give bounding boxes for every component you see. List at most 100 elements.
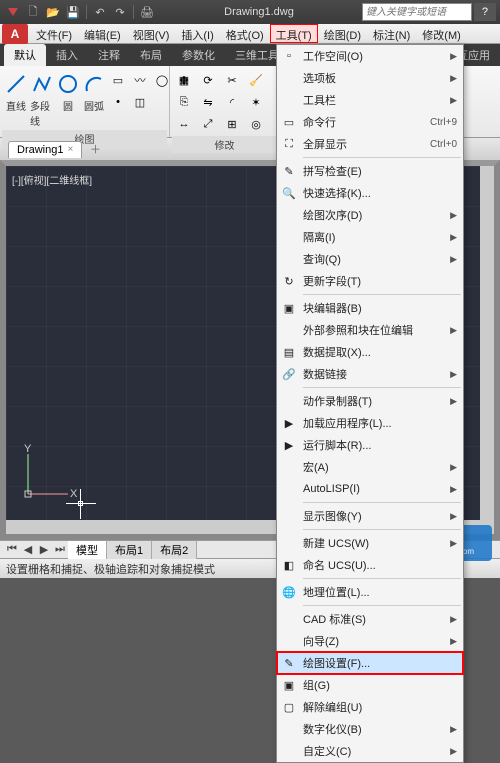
region-icon[interactable]: ◫: [130, 92, 150, 112]
menu-file[interactable]: 文件(F): [30, 24, 78, 43]
crosshair-icon: [66, 489, 96, 519]
ribbon-tab-insert[interactable]: 插入: [46, 44, 88, 66]
menu-item[interactable]: 显示图像(Y)▶: [277, 505, 463, 527]
menu-item[interactable]: 新建 UCS(W)▶: [277, 532, 463, 554]
undo-icon[interactable]: ↶: [91, 3, 109, 21]
copy-icon[interactable]: ⎘: [174, 92, 194, 112]
arc-button[interactable]: 圆弧: [82, 70, 106, 128]
menu-item-label: 组(G): [303, 677, 330, 693]
ellipse-icon[interactable]: ◯: [152, 70, 172, 90]
viewport-label[interactable]: [-][俯视][二维线框]: [12, 172, 92, 187]
rotate-icon[interactable]: ⟳: [198, 70, 218, 90]
ribbon-tab-default[interactable]: 默认: [4, 44, 46, 66]
new-icon[interactable]: 🗋: [24, 3, 42, 21]
help-icon[interactable]: ?: [474, 3, 496, 21]
menu-item[interactable]: 选项板▶: [277, 67, 463, 89]
circle-button[interactable]: 圆: [56, 70, 80, 128]
menu-item[interactable]: ▭命令行Ctrl+9: [277, 111, 463, 133]
scrollbar-vertical[interactable]: [480, 166, 494, 534]
menu-item-label: 显示图像(Y): [303, 508, 362, 524]
menu-item[interactable]: 绘图次序(D)▶: [277, 204, 463, 226]
fillet-icon[interactable]: ◜: [222, 92, 242, 112]
menu-insert[interactable]: 插入(I): [175, 24, 219, 43]
close-tab-icon[interactable]: ×: [67, 144, 73, 155]
menu-item-label: 更新字段(T): [303, 273, 361, 289]
menu-item[interactable]: ⛶全屏显示Ctrl+0: [277, 133, 463, 155]
submenu-arrow-icon: ▶: [450, 95, 457, 106]
menu-item[interactable]: 🔗数据链接▶: [277, 363, 463, 385]
menu-view[interactable]: 视图(V): [127, 24, 176, 43]
file-tab-drawing1[interactable]: Drawing1 ×: [8, 141, 82, 158]
menu-item[interactable]: ▫工作空间(O)▶: [277, 45, 463, 67]
save-icon[interactable]: 💾: [64, 3, 82, 21]
spline-icon[interactable]: 〰: [130, 70, 150, 90]
redo-icon[interactable]: ↷: [111, 3, 129, 21]
search-input[interactable]: [362, 3, 472, 21]
scale-icon[interactable]: ⤢: [198, 114, 218, 134]
tab-nav-first-icon[interactable]: ⏮: [4, 543, 20, 556]
file-tab-label: Drawing1: [17, 144, 63, 156]
menu-edit[interactable]: 编辑(E): [78, 24, 127, 43]
app-menu-icon[interactable]: [4, 3, 22, 21]
layout-tab-model[interactable]: 模型: [68, 541, 107, 559]
tab-nav-last-icon[interactable]: ⏭: [52, 543, 68, 556]
menu-item[interactable]: ▤数据提取(X)...: [277, 341, 463, 363]
menu-item[interactable]: 🌐地理位置(L)...: [277, 581, 463, 603]
offset-icon[interactable]: ◎: [246, 114, 266, 134]
menu-item[interactable]: 数字化仪(B)▶: [277, 718, 463, 740]
menu-item[interactable]: AutoLISP(I)▶: [277, 478, 463, 500]
tab-nav-prev-icon[interactable]: ◀: [20, 543, 36, 556]
menu-item[interactable]: 外部参照和块在位编辑▶: [277, 319, 463, 341]
submenu-arrow-icon: ▶: [450, 232, 457, 243]
menu-format[interactable]: 格式(O): [220, 24, 270, 43]
menu-item[interactable]: 隔离(I)▶: [277, 226, 463, 248]
explode-icon[interactable]: ✶: [246, 92, 266, 112]
menu-tools[interactable]: 工具(T): [270, 24, 318, 43]
menu-item[interactable]: 🔍快速选择(K)...: [277, 182, 463, 204]
layout-tab-2[interactable]: 布局2: [152, 541, 197, 559]
menu-item[interactable]: ✎绘图设置(F)...: [277, 652, 463, 674]
menu-item[interactable]: 工具栏▶: [277, 89, 463, 111]
menu-draw[interactable]: 绘图(D): [318, 24, 367, 43]
menu-item[interactable]: 动作录制器(T)▶: [277, 390, 463, 412]
menu-item[interactable]: 宏(A)▶: [277, 456, 463, 478]
ribbon-tab-layout[interactable]: 布局: [130, 44, 172, 66]
menu-item-icon: ⛶: [281, 136, 297, 152]
trim-icon[interactable]: ✂: [222, 70, 242, 90]
line-button[interactable]: 直线: [4, 70, 28, 128]
menu-item[interactable]: 向导(Z)▶: [277, 630, 463, 652]
tab-nav-next-icon[interactable]: ▶: [36, 543, 52, 556]
menu-item[interactable]: CAD 标准(S)▶: [277, 608, 463, 630]
mirror-icon[interactable]: ⇋: [198, 92, 218, 112]
rect-icon[interactable]: ▭: [108, 70, 128, 90]
menu-item-label: 地理位置(L)...: [303, 584, 370, 600]
menu-item[interactable]: ◧命名 UCS(U)...: [277, 554, 463, 576]
menu-item[interactable]: 查询(Q)▶: [277, 248, 463, 270]
menu-modify[interactable]: 修改(M): [416, 24, 467, 43]
menu-dimension[interactable]: 标注(N): [367, 24, 416, 43]
menu-item[interactable]: ▣块编辑器(B): [277, 297, 463, 319]
submenu-arrow-icon: ▶: [450, 396, 457, 407]
array-icon[interactable]: ⊞: [222, 114, 242, 134]
point-icon[interactable]: •: [108, 92, 128, 112]
erase-icon[interactable]: 🧹: [246, 70, 266, 90]
polyline-button[interactable]: 多段线: [30, 70, 54, 128]
ribbon-tab-annotate[interactable]: 注释: [88, 44, 130, 66]
menu-item[interactable]: ↻更新字段(T): [277, 270, 463, 292]
menu-item[interactable]: ▶加载应用程序(L)...: [277, 412, 463, 434]
menu-item[interactable]: ✎拼写检查(E): [277, 160, 463, 182]
menu-item-label: 自定义(C): [303, 743, 351, 759]
open-icon[interactable]: 📂: [44, 3, 62, 21]
stretch-icon[interactable]: ↔: [174, 114, 194, 134]
move-icon[interactable]: ✥: [174, 70, 194, 90]
menu-item[interactable]: ▣组(G): [277, 674, 463, 696]
layout-tab-1[interactable]: 布局1: [107, 541, 152, 559]
menu-item[interactable]: 自定义(C)▶: [277, 740, 463, 762]
ribbon-tab-parametric[interactable]: 参数化: [172, 44, 225, 66]
menu-item-icon: ▭: [281, 114, 297, 130]
print-icon[interactable]: 🖨: [138, 3, 156, 21]
menu-item[interactable]: ▢解除编组(U): [277, 696, 463, 718]
menu-item[interactable]: ▶运行脚本(R)...: [277, 434, 463, 456]
autocad-logo-icon[interactable]: A: [2, 24, 28, 44]
new-tab-icon[interactable]: ＋: [86, 140, 104, 158]
